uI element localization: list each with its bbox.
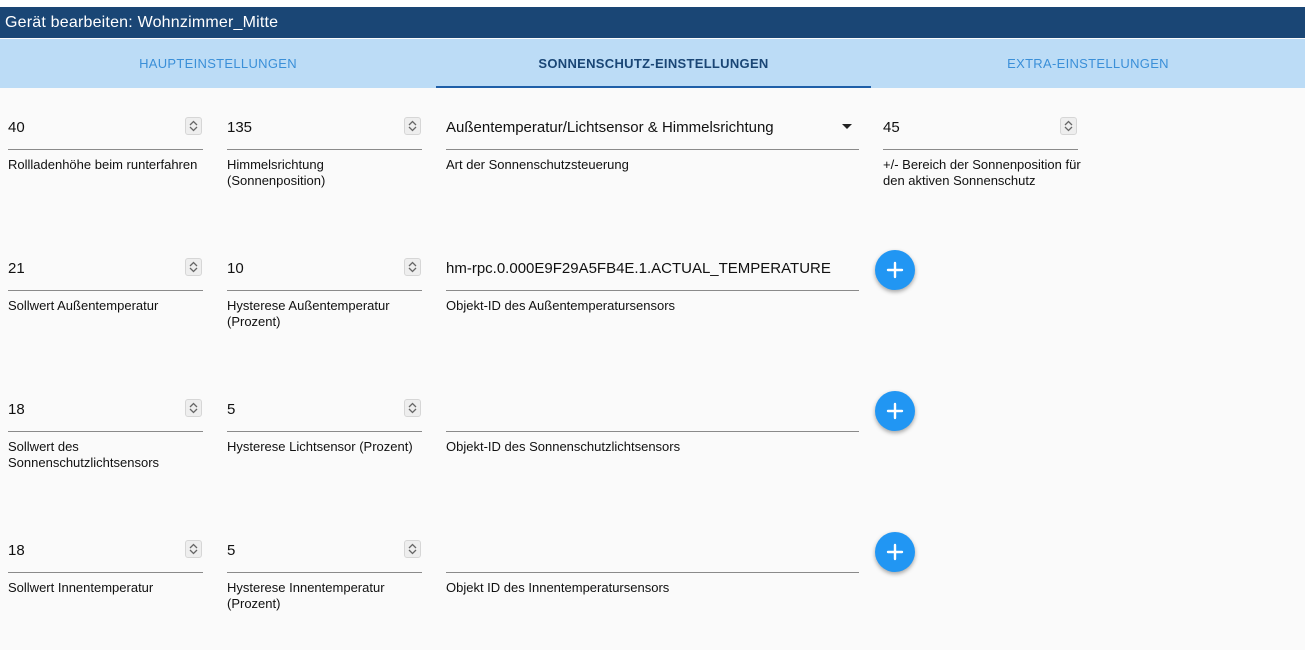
outside-temp-object-id-input[interactable]: hm-rpc.0.000E9F29A5FB4E.1.ACTUAL_TEMPERA… bbox=[446, 256, 831, 282]
input-underline bbox=[227, 572, 422, 573]
control-type-field: Außentemperatur/Lichtsensor & Himmelsric… bbox=[446, 115, 859, 195]
add-inside-temp-sensor-button[interactable] bbox=[875, 532, 915, 572]
outside-temp-hysteresis-field: 10 Hysterese Außentemperatur (Prozent) bbox=[227, 256, 422, 336]
input-underline bbox=[8, 149, 203, 150]
outside-temp-setpoint-label: Sollwert Außentemperatur bbox=[8, 298, 159, 313]
direction-label: Himmelsrichtung (Sonnenposition) bbox=[227, 157, 326, 188]
shutter-height-label: Rollladenhöhe beim runterfahren bbox=[8, 157, 198, 172]
inside-temp-setpoint-label: Sollwert Innentemperatur bbox=[8, 580, 154, 595]
add-light-sensor-button[interactable] bbox=[875, 391, 915, 431]
light-sensor-hysteresis-input[interactable]: 5 bbox=[227, 397, 235, 423]
sun-range-field: 45 +/- Bereich der Sonnenposition für de… bbox=[883, 115, 1081, 195]
dialog-title: Gerät bearbeiten: Wohnzimmer_Mitte bbox=[0, 7, 1305, 38]
input-underline bbox=[446, 431, 859, 432]
tab-extra-einstellungen[interactable]: EXTRA-EINSTELLUNGEN bbox=[871, 39, 1305, 88]
input-underline bbox=[8, 431, 203, 432]
inside-temp-hysteresis-input[interactable]: 5 bbox=[227, 538, 235, 564]
input-underline bbox=[446, 572, 859, 573]
input-underline bbox=[8, 290, 203, 291]
input-underline bbox=[883, 149, 1078, 150]
direction-input[interactable]: 135 bbox=[227, 115, 252, 141]
inside-temp-hysteresis-label: Hysterese Innentemperatur (Prozent) bbox=[227, 580, 385, 611]
spinner-arrows-icon[interactable] bbox=[185, 258, 202, 276]
light-sensor-setpoint-field: 18 Sollwert des Sonnenschutzlichtsensors bbox=[8, 397, 203, 477]
shutter-height-field: 40 Rollladenhöhe beim runterfahren bbox=[8, 115, 203, 195]
spinner-arrows-icon[interactable] bbox=[185, 540, 202, 558]
outside-temp-setpoint-input[interactable]: 21 bbox=[8, 256, 25, 282]
caret-down-icon[interactable] bbox=[842, 124, 852, 129]
control-type-select[interactable]: Außentemperatur/Lichtsensor & Himmelsric… bbox=[446, 115, 774, 141]
active-tab-indicator bbox=[436, 86, 871, 88]
input-underline bbox=[227, 431, 422, 432]
spinner-arrows-icon[interactable] bbox=[185, 117, 202, 135]
spinner-arrows-icon[interactable] bbox=[404, 258, 421, 276]
light-sensor-object-id-field: Objekt-ID des Sonnenschutzlichtsensors bbox=[446, 397, 859, 477]
tab-sonnenschutz-einstellungen[interactable]: SONNENSCHUTZ-EINSTELLUNGEN bbox=[436, 39, 871, 88]
light-sensor-hysteresis-field: 5 Hysterese Lichtsensor (Prozent) bbox=[227, 397, 422, 477]
spinner-arrows-icon[interactable] bbox=[185, 399, 202, 417]
control-type-label: Art der Sonnenschutzsteuerung bbox=[446, 157, 629, 172]
outside-temp-hysteresis-label: Hysterese Außentemperatur (Prozent) bbox=[227, 298, 390, 329]
inside-temp-setpoint-input[interactable]: 18 bbox=[8, 538, 25, 564]
inside-temp-object-id-field: Objekt ID des Innentemperatursensors bbox=[446, 538, 859, 618]
plus-icon bbox=[886, 543, 904, 561]
outside-temp-object-id-field: hm-rpc.0.000E9F29A5FB4E.1.ACTUAL_TEMPERA… bbox=[446, 256, 859, 336]
inside-temp-setpoint-field: 18 Sollwert Innentemperatur bbox=[8, 538, 203, 618]
direction-field: 135 Himmelsrichtung (Sonnenposition) bbox=[227, 115, 422, 195]
inside-temp-hysteresis-field: 5 Hysterese Innentemperatur (Prozent) bbox=[227, 538, 422, 618]
light-sensor-object-id-label: Objekt-ID des Sonnenschutzlichtsensors bbox=[446, 439, 681, 454]
spinner-arrows-icon[interactable] bbox=[1060, 117, 1077, 135]
spinner-arrows-icon[interactable] bbox=[404, 540, 421, 558]
shutter-height-input[interactable]: 40 bbox=[8, 115, 25, 141]
outside-temp-hysteresis-input[interactable]: 10 bbox=[227, 256, 244, 282]
add-outside-temp-sensor-button[interactable] bbox=[875, 250, 915, 290]
light-sensor-setpoint-label: Sollwert des Sonnenschutzlichtsensors bbox=[8, 439, 160, 470]
light-sensor-setpoint-input[interactable]: 18 bbox=[8, 397, 25, 423]
outside-temp-setpoint-field: 21 Sollwert Außentemperatur bbox=[8, 256, 203, 336]
plus-icon bbox=[886, 402, 904, 420]
top-strip bbox=[0, 0, 1305, 7]
input-underline bbox=[446, 290, 859, 291]
light-sensor-hysteresis-label: Hysterese Lichtsensor (Prozent) bbox=[227, 439, 413, 454]
input-underline bbox=[446, 149, 859, 150]
spinner-arrows-icon[interactable] bbox=[404, 399, 421, 417]
sun-range-label: +/- Bereich der Sonnenposition für den a… bbox=[883, 157, 1081, 188]
plus-icon bbox=[886, 261, 904, 279]
sun-range-input[interactable]: 45 bbox=[883, 115, 900, 141]
spinner-arrows-icon[interactable] bbox=[404, 117, 421, 135]
input-underline bbox=[227, 290, 422, 291]
input-underline bbox=[8, 572, 203, 573]
tab-bar: HAUPTEINSTELLUNGEN SONNENSCHUTZ-EINSTELL… bbox=[0, 39, 1305, 88]
inside-temp-object-id-label: Objekt ID des Innentemperatursensors bbox=[446, 580, 670, 595]
tab-haupteinstellungen[interactable]: HAUPTEINSTELLUNGEN bbox=[0, 39, 436, 88]
input-underline bbox=[227, 149, 422, 150]
outside-temp-object-id-label: Objekt-ID des Außentemperatursensors bbox=[446, 298, 676, 313]
